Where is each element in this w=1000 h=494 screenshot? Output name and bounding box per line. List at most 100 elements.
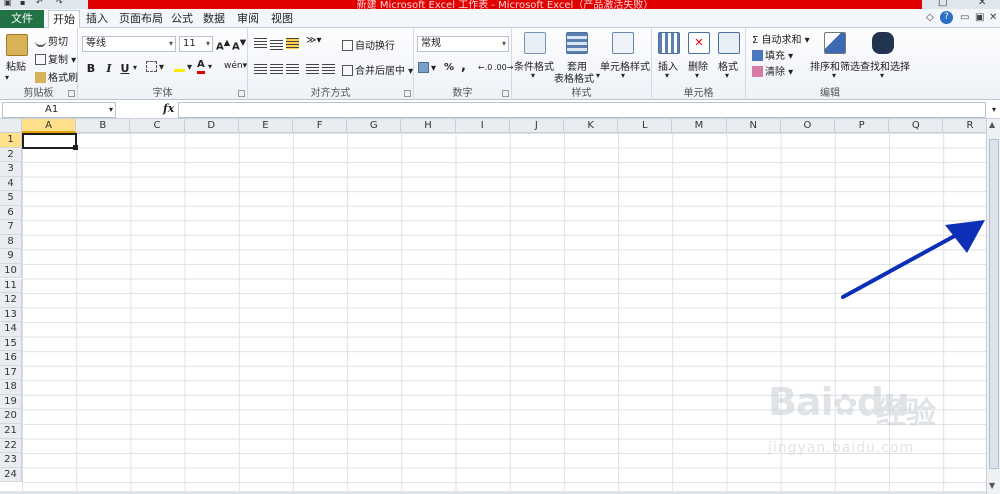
- tab-view[interactable]: 视图: [267, 10, 297, 28]
- row-header[interactable]: 4: [0, 176, 22, 192]
- align-top-icon[interactable]: [254, 38, 267, 49]
- column-header[interactable]: J: [509, 119, 564, 133]
- column-header[interactable]: A: [22, 119, 77, 133]
- column-header[interactable]: N: [726, 119, 781, 133]
- vertical-scrollbar[interactable]: ▲ ▼: [986, 119, 1000, 494]
- row-header[interactable]: 24: [0, 467, 22, 483]
- collapse-ribbon-icon[interactable]: ◇: [926, 12, 934, 23]
- column-header[interactable]: C: [130, 119, 185, 133]
- insert-cells-icon[interactable]: [658, 32, 680, 54]
- binoculars-icon[interactable]: [872, 32, 894, 54]
- row-header[interactable]: 19: [0, 394, 22, 410]
- font-size-select[interactable]: 11 ▾: [179, 36, 213, 52]
- row-header[interactable]: 2: [0, 147, 22, 163]
- find-dropdown-icon[interactable]: ▾: [880, 71, 884, 80]
- redo-icon[interactable]: ↷: [56, 0, 63, 7]
- cell-styles-icon[interactable]: [612, 32, 634, 54]
- active-cell[interactable]: [22, 133, 77, 149]
- name-box[interactable]: A1 ▾: [2, 102, 116, 118]
- expand-formula-bar-icon[interactable]: ▾: [988, 102, 1000, 118]
- row-header[interactable]: 18: [0, 380, 22, 395]
- delete-dropdown-icon[interactable]: ▾: [695, 71, 699, 80]
- column-header[interactable]: L: [618, 119, 673, 133]
- paste-icon[interactable]: [6, 34, 28, 56]
- row-header[interactable]: 20: [0, 409, 22, 424]
- restore-icon[interactable]: ▣: [975, 12, 984, 23]
- row-header[interactable]: 12: [0, 293, 22, 308]
- font-name-select[interactable]: 等线 ▾: [82, 36, 176, 52]
- align-left-icon[interactable]: [254, 64, 267, 75]
- font-launcher-icon[interactable]: [238, 90, 245, 97]
- close-window-icon[interactable]: ✕: [978, 0, 986, 8]
- column-header[interactable]: G: [347, 119, 402, 133]
- row-header[interactable]: 10: [0, 263, 22, 279]
- sort-filter-icon[interactable]: [824, 32, 846, 54]
- clipboard-launcher-icon[interactable]: [68, 90, 75, 97]
- tab-review[interactable]: 审阅: [233, 10, 263, 28]
- column-header[interactable]: B: [76, 119, 131, 133]
- save-icon[interactable]: ▪: [20, 0, 25, 7]
- font-color-icon[interactable]: A: [197, 59, 205, 74]
- scroll-thumb[interactable]: [989, 139, 999, 469]
- column-header[interactable]: I: [455, 119, 510, 133]
- row-header[interactable]: 3: [0, 162, 22, 177]
- row-header[interactable]: 22: [0, 438, 22, 454]
- tab-file[interactable]: 文件: [0, 10, 44, 28]
- clear-button[interactable]: 清除 ▾: [752, 63, 793, 78]
- paste-dropdown-icon[interactable]: ▾: [5, 73, 9, 82]
- comma-button[interactable]: ,: [461, 59, 466, 74]
- font-color-dropdown-icon[interactable]: ▾: [208, 62, 212, 71]
- tab-insert[interactable]: 插入: [82, 10, 112, 28]
- conditional-dropdown-icon[interactable]: ▾: [531, 71, 535, 80]
- restore-ribbon-icon[interactable]: □: [938, 0, 947, 8]
- fill-handle[interactable]: [73, 145, 78, 150]
- tab-home[interactable]: 开始: [48, 10, 80, 28]
- row-header[interactable]: 1: [0, 133, 22, 148]
- align-center-icon[interactable]: [270, 64, 283, 75]
- column-header[interactable]: P: [835, 119, 890, 133]
- italic-button[interactable]: I: [102, 62, 116, 75]
- align-bottom-icon[interactable]: [286, 38, 299, 49]
- row-header[interactable]: 21: [0, 424, 22, 439]
- conditional-format-icon[interactable]: [524, 32, 546, 54]
- column-header[interactable]: K: [564, 119, 619, 133]
- format-cells-icon[interactable]: [718, 32, 740, 54]
- cut-button[interactable]: 剪切: [35, 33, 68, 48]
- column-header[interactable]: Q: [889, 119, 944, 133]
- format-painter-button[interactable]: 格式刷: [35, 69, 78, 84]
- row-header[interactable]: 14: [0, 322, 22, 337]
- row-header[interactable]: 17: [0, 365, 22, 381]
- fill-color-button[interactable]: ▾: [174, 61, 192, 73]
- close-icon[interactable]: ✕: [989, 12, 997, 23]
- select-all-button[interactable]: [0, 119, 22, 133]
- row-header[interactable]: 6: [0, 205, 22, 221]
- table-format-button[interactable]: 表格格式: [554, 70, 594, 85]
- number-format-select[interactable]: 常规 ▾: [417, 36, 509, 52]
- copy-button[interactable]: 复制 ▾: [35, 51, 76, 66]
- column-header[interactable]: D: [184, 119, 239, 133]
- bold-button[interactable]: B: [84, 62, 98, 75]
- row-header[interactable]: 16: [0, 351, 22, 366]
- delete-cells-icon[interactable]: ✕: [688, 32, 710, 54]
- cell-styles-dropdown-icon[interactable]: ▾: [621, 71, 625, 80]
- percent-button[interactable]: %: [444, 62, 454, 73]
- column-header[interactable]: R: [943, 119, 986, 133]
- grow-font-icon[interactable]: A▲: [216, 37, 230, 52]
- shrink-font-icon[interactable]: A▼: [232, 37, 246, 52]
- column-header[interactable]: M: [672, 119, 727, 133]
- border-button[interactable]: ▾: [146, 61, 164, 73]
- alignment-launcher-icon[interactable]: [404, 90, 411, 97]
- align-middle-icon[interactable]: [270, 40, 283, 51]
- sort-dropdown-icon[interactable]: ▾: [832, 71, 836, 80]
- column-header[interactable]: H: [401, 119, 456, 133]
- formula-input[interactable]: [178, 102, 986, 118]
- increase-decimal-icon[interactable]: ←.0: [478, 63, 492, 72]
- tab-data[interactable]: 数据: [199, 10, 229, 28]
- align-right-icon[interactable]: [286, 64, 299, 75]
- tab-page-layout[interactable]: 页面布局: [115, 10, 167, 28]
- currency-icon[interactable]: ▾: [418, 62, 436, 74]
- find-select-button[interactable]: 查找和选择: [860, 58, 910, 73]
- autosum-button[interactable]: Σ 自动求和 ▾: [752, 31, 810, 46]
- row-header[interactable]: 7: [0, 220, 22, 235]
- tab-formulas[interactable]: 公式: [167, 10, 197, 28]
